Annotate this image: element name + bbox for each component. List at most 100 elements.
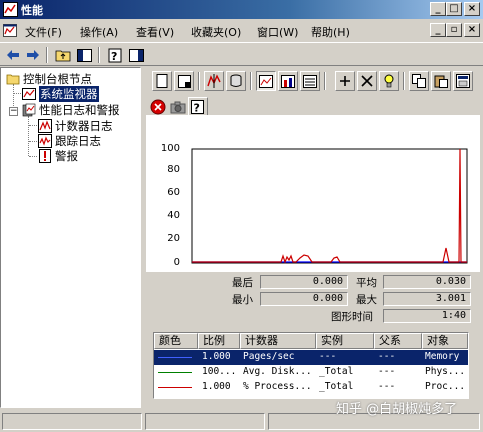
status-pane-middle — [145, 413, 265, 430]
lightbulb-icon — [384, 74, 394, 88]
cell-object: Proc... — [425, 381, 466, 392]
back-button[interactable] — [4, 46, 22, 64]
menu-bar: 文件(F) 操作(A) 查看(V) 收藏夹(O) 窗口(W) 帮助(H) _ ▫… — [0, 20, 483, 41]
plus-icon — [340, 76, 350, 86]
table-row[interactable]: 1.000 Pages/sec --- --- Memory — [154, 350, 468, 365]
menu-action[interactable]: 操作(A) — [80, 24, 118, 40]
column-header-color[interactable]: 颜色 — [154, 333, 198, 349]
view-report-button[interactable] — [300, 71, 320, 91]
column-header-instance[interactable]: 实例 — [316, 333, 374, 349]
tree-node-counter-logs[interactable]: 计数器日志 — [38, 118, 113, 134]
toolbar-separator — [324, 72, 326, 90]
view-log-data-button[interactable] — [226, 71, 246, 91]
cell-parent: --- — [378, 351, 396, 362]
view-current-activity-button[interactable] — [204, 71, 224, 91]
series-color-swatch — [158, 387, 192, 388]
column-header-object[interactable]: 对象 — [422, 333, 468, 349]
menu-window[interactable]: 窗口(W) — [257, 24, 298, 40]
help-icon: ? — [108, 48, 121, 63]
freeze-display-button[interactable] — [148, 97, 168, 117]
graph-display: 100 80 60 40 20 0 — [146, 115, 480, 272]
stat-duration-value: 1:40 — [383, 309, 471, 323]
toolbar-separator — [46, 47, 48, 63]
up-one-level-button[interactable] — [54, 46, 72, 64]
properties-button[interactable] — [453, 71, 473, 91]
database-icon — [230, 74, 242, 87]
copy-properties-button[interactable] — [409, 71, 429, 91]
series-color-swatch — [158, 357, 192, 358]
graph-plot — [191, 148, 468, 264]
cell-scale: 1.000 — [202, 351, 231, 362]
paste-icon — [434, 75, 448, 88]
tree-node-alerts[interactable]: 警报 — [38, 148, 78, 164]
stat-last-value: 0.000 — [260, 275, 348, 289]
close-button[interactable]: × — [464, 2, 480, 16]
new-counter-set-button[interactable] — [152, 71, 172, 91]
table-row[interactable]: 100... Avg. Disk... _Total --- Phys... — [154, 365, 468, 380]
help-button[interactable]: ? — [106, 46, 124, 64]
cell-instance: _Total — [319, 381, 354, 392]
cell-object: Memory — [425, 351, 460, 362]
stat-average-label: 平均 — [356, 277, 377, 289]
paste-counter-list-button[interactable] — [431, 71, 451, 91]
cell-scale: 1.000 — [202, 381, 231, 392]
minimize-button[interactable]: _ — [430, 2, 446, 16]
forward-arrow-icon — [27, 50, 39, 60]
tree-node-console-root[interactable]: 控制台根节点 — [6, 71, 92, 87]
tree-node-system-monitor[interactable]: 系统监视器 — [22, 86, 99, 102]
camera-icon — [170, 101, 186, 114]
delete-counter-button[interactable] — [357, 71, 377, 91]
menu-view[interactable]: 查看(V) — [136, 24, 174, 40]
cell-counter: Pages/sec — [243, 351, 295, 362]
view-histogram-button[interactable] — [278, 71, 298, 91]
tree-pane-icon — [76, 48, 92, 62]
toolbar-separator — [403, 72, 405, 90]
stat-minimum-label: 最小 — [232, 294, 253, 306]
child-restore-button[interactable]: ▫ — [446, 23, 462, 37]
cell-instance: _Total — [319, 366, 354, 377]
highlight-button[interactable] — [379, 71, 399, 91]
performance-logs-icon — [22, 103, 36, 117]
tree-collapse-toggle[interactable]: − — [9, 107, 18, 116]
forward-button[interactable] — [24, 46, 42, 64]
title-bar: 性能 _ □ × — [0, 0, 483, 19]
column-header-scale[interactable]: 比例 — [198, 333, 240, 349]
toolbar-separator — [250, 72, 252, 90]
console-tree-icon — [128, 48, 144, 62]
menu-file[interactable]: 文件(F) — [25, 24, 62, 40]
monitor-help-button[interactable]: ? — [188, 97, 208, 117]
show-hide-tree-button[interactable] — [75, 46, 93, 64]
folder-up-icon — [55, 50, 71, 62]
tree-label-trace-logs: 跟踪日志 — [55, 134, 101, 148]
cell-scale: 100... — [202, 366, 237, 377]
tree-node-perf-logs[interactable]: 性能日志和警报 — [22, 102, 120, 118]
update-data-button[interactable] — [168, 97, 188, 117]
column-header-parent[interactable]: 父系 — [374, 333, 422, 349]
cell-parent: --- — [378, 381, 396, 392]
menu-favorites[interactable]: 收藏夹(O) — [191, 24, 241, 40]
tree-label-counter-logs: 计数器日志 — [55, 119, 113, 133]
show-hide-console-button[interactable] — [127, 46, 145, 64]
stat-average-value: 0.030 — [383, 275, 471, 289]
clear-display-button[interactable] — [174, 71, 194, 91]
table-row[interactable]: 1.000 % Process... _Total --- Proc... — [154, 380, 468, 395]
column-header-counter[interactable]: 计数器 — [240, 333, 316, 349]
child-close-button[interactable]: × — [464, 23, 480, 37]
tree-label-alerts: 警报 — [55, 149, 78, 163]
toolbar-separator — [198, 72, 200, 90]
child-minimize-button[interactable]: _ — [430, 23, 446, 37]
tree-node-trace-logs[interactable]: 跟踪日志 — [38, 133, 101, 149]
stat-minimum-value: 0.000 — [260, 292, 348, 306]
add-counter-button[interactable] — [335, 71, 355, 91]
view-graph-button[interactable] — [256, 71, 276, 91]
status-pane-left — [2, 413, 142, 430]
cell-counter: % Process... — [243, 381, 312, 392]
maximize-button[interactable]: □ — [446, 2, 462, 16]
report-icon — [303, 74, 317, 88]
new-document-icon — [156, 74, 168, 88]
console-window-icon[interactable] — [3, 23, 18, 38]
folder-icon — [6, 74, 20, 85]
delete-x-icon — [361, 75, 373, 87]
svg-text:?: ? — [194, 102, 200, 115]
menu-help[interactable]: 帮助(H) — [311, 24, 350, 40]
